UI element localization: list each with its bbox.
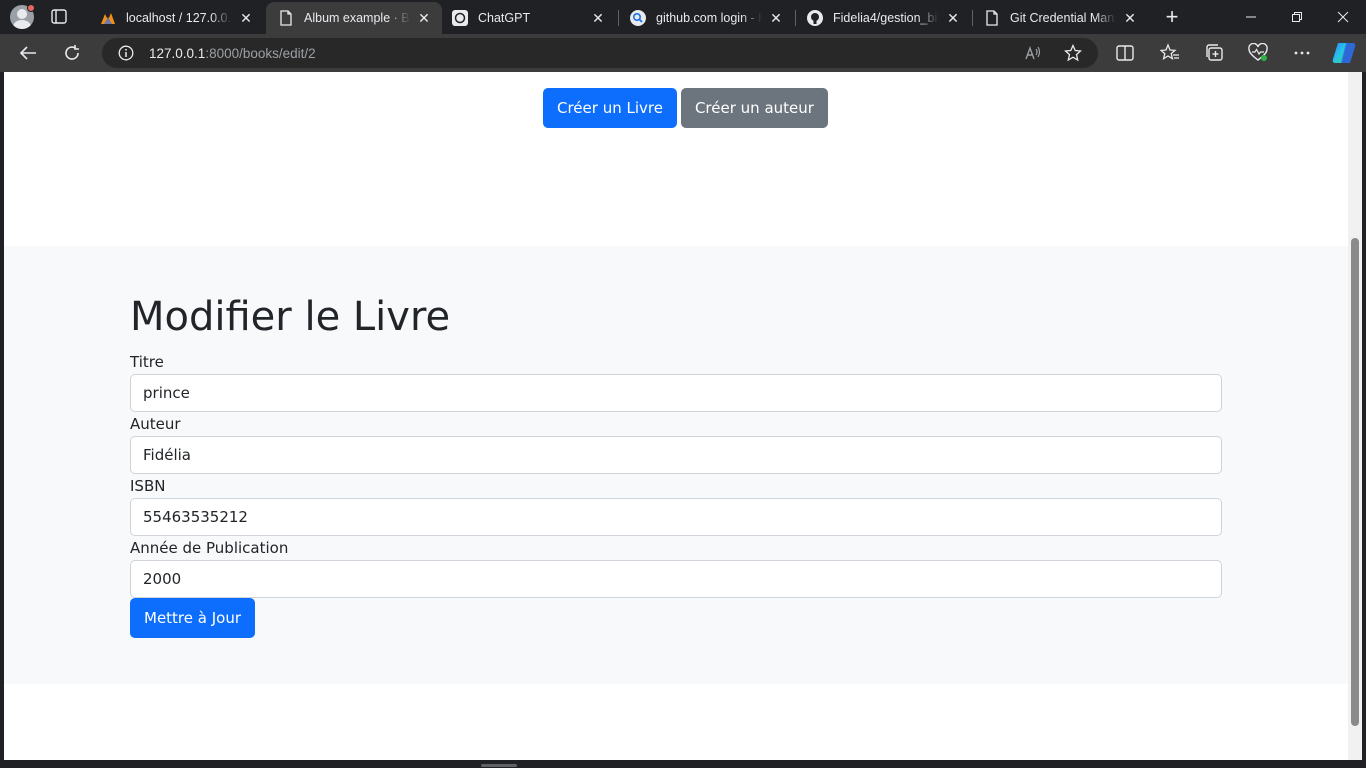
- github-icon: [807, 10, 823, 26]
- refresh-icon[interactable]: [61, 42, 83, 64]
- create-author-button[interactable]: Créer un auteur: [680, 88, 828, 128]
- tab-title: Fidelia4/gestion_bibliotheque: [833, 11, 939, 25]
- profile-notification-dot: [27, 4, 35, 12]
- page-scrollbar[interactable]: [1348, 72, 1362, 760]
- tab-title: Git Credential Manager: [1010, 11, 1116, 25]
- page-icon: [984, 10, 1000, 26]
- tab-github-search[interactable]: github.com login - Recherche ✕: [618, 2, 794, 34]
- page-title: Modifier le Livre: [130, 294, 451, 340]
- close-icon[interactable]: ✕: [238, 10, 254, 26]
- close-icon[interactable]: ✕: [945, 10, 961, 26]
- window-bottom-edge: [0, 760, 1366, 768]
- search-icon: [630, 10, 646, 26]
- publication-year-label: Année de Publication: [130, 539, 289, 557]
- back-icon[interactable]: [17, 42, 39, 64]
- address-url[interactable]: 127.0.0.1:8000/books/edit/2: [149, 46, 316, 61]
- tab-phpmyadmin[interactable]: localhost / 127.0.0.1 | phpMyAdmin ✕: [88, 2, 264, 34]
- chatgpt-icon: [452, 10, 468, 26]
- favorite-star-icon[interactable]: [1063, 43, 1083, 62]
- title-input[interactable]: [130, 374, 1222, 412]
- browser-essentials-icon[interactable]: [1248, 42, 1268, 63]
- browser-tab-bar: localhost / 127.0.0.1 | phpMyAdmin ✕ Alb…: [0, 0, 1366, 34]
- resize-handle[interactable]: [481, 764, 517, 767]
- close-icon[interactable]: ✕: [416, 10, 432, 26]
- tab-title: Album example · Bootstrap: [304, 11, 410, 25]
- tab-chatgpt[interactable]: ChatGPT ✕: [440, 2, 616, 34]
- tab-title: ChatGPT: [478, 11, 531, 25]
- more-options-icon[interactable]: [1292, 43, 1312, 63]
- site-info-icon[interactable]: [118, 45, 134, 61]
- edit-book-section: Modifier le Livre Titre Auteur ISBN Anné…: [4, 246, 1348, 684]
- minimize-button[interactable]: [1228, 0, 1274, 34]
- close-icon[interactable]: ✕: [768, 10, 784, 26]
- tab-actions-icon[interactable]: [50, 8, 70, 26]
- title-label: Titre: [130, 353, 164, 371]
- scrollbar-thumb[interactable]: [1351, 238, 1359, 726]
- tab-album-example[interactable]: Album example · Bootstrap ✕: [266, 2, 442, 34]
- page-icon: [278, 10, 294, 26]
- read-aloud-icon[interactable]: [1024, 44, 1042, 62]
- tab-title: github.com login - Recherche: [656, 11, 762, 25]
- restore-button[interactable]: [1274, 0, 1320, 34]
- isbn-label: ISBN: [130, 477, 166, 495]
- split-screen-icon[interactable]: [1115, 43, 1135, 63]
- author-input[interactable]: [130, 436, 1222, 474]
- author-label: Auteur: [130, 415, 181, 433]
- close-icon[interactable]: ✕: [1122, 10, 1138, 26]
- close-icon[interactable]: ✕: [590, 10, 606, 26]
- page-viewport: Créer un Livre Créer un auteur Modifier …: [4, 72, 1348, 760]
- address-bar[interactable]: 127.0.0.1:8000/books/edit/2: [102, 38, 1098, 68]
- tab-title: localhost / 127.0.0.1 | phpMyAdmin: [126, 11, 232, 25]
- hero-button-group: Créer un Livre Créer un auteur: [543, 88, 828, 128]
- new-tab-button[interactable]: +: [1162, 6, 1182, 28]
- address-host: 127.0.0.1: [149, 46, 206, 61]
- close-window-button[interactable]: [1320, 0, 1366, 34]
- publication-year-input[interactable]: [130, 560, 1222, 598]
- update-button[interactable]: Mettre à Jour: [130, 598, 256, 638]
- collections-icon[interactable]: [1204, 43, 1224, 63]
- isbn-input[interactable]: [130, 498, 1222, 536]
- phpmyadmin-icon: [100, 10, 116, 26]
- tab-github-repo[interactable]: Fidelia4/gestion_bibliotheque ✕: [795, 2, 971, 34]
- create-book-button[interactable]: Créer un Livre: [543, 88, 677, 128]
- favorites-icon[interactable]: [1159, 43, 1180, 63]
- tab-git-credential[interactable]: Git Credential Manager ✕: [972, 2, 1148, 34]
- browser-toolbar: 127.0.0.1:8000/books/edit/2: [0, 34, 1366, 72]
- address-path: :8000/books/edit/2: [205, 46, 316, 61]
- copilot-icon[interactable]: [1331, 40, 1357, 66]
